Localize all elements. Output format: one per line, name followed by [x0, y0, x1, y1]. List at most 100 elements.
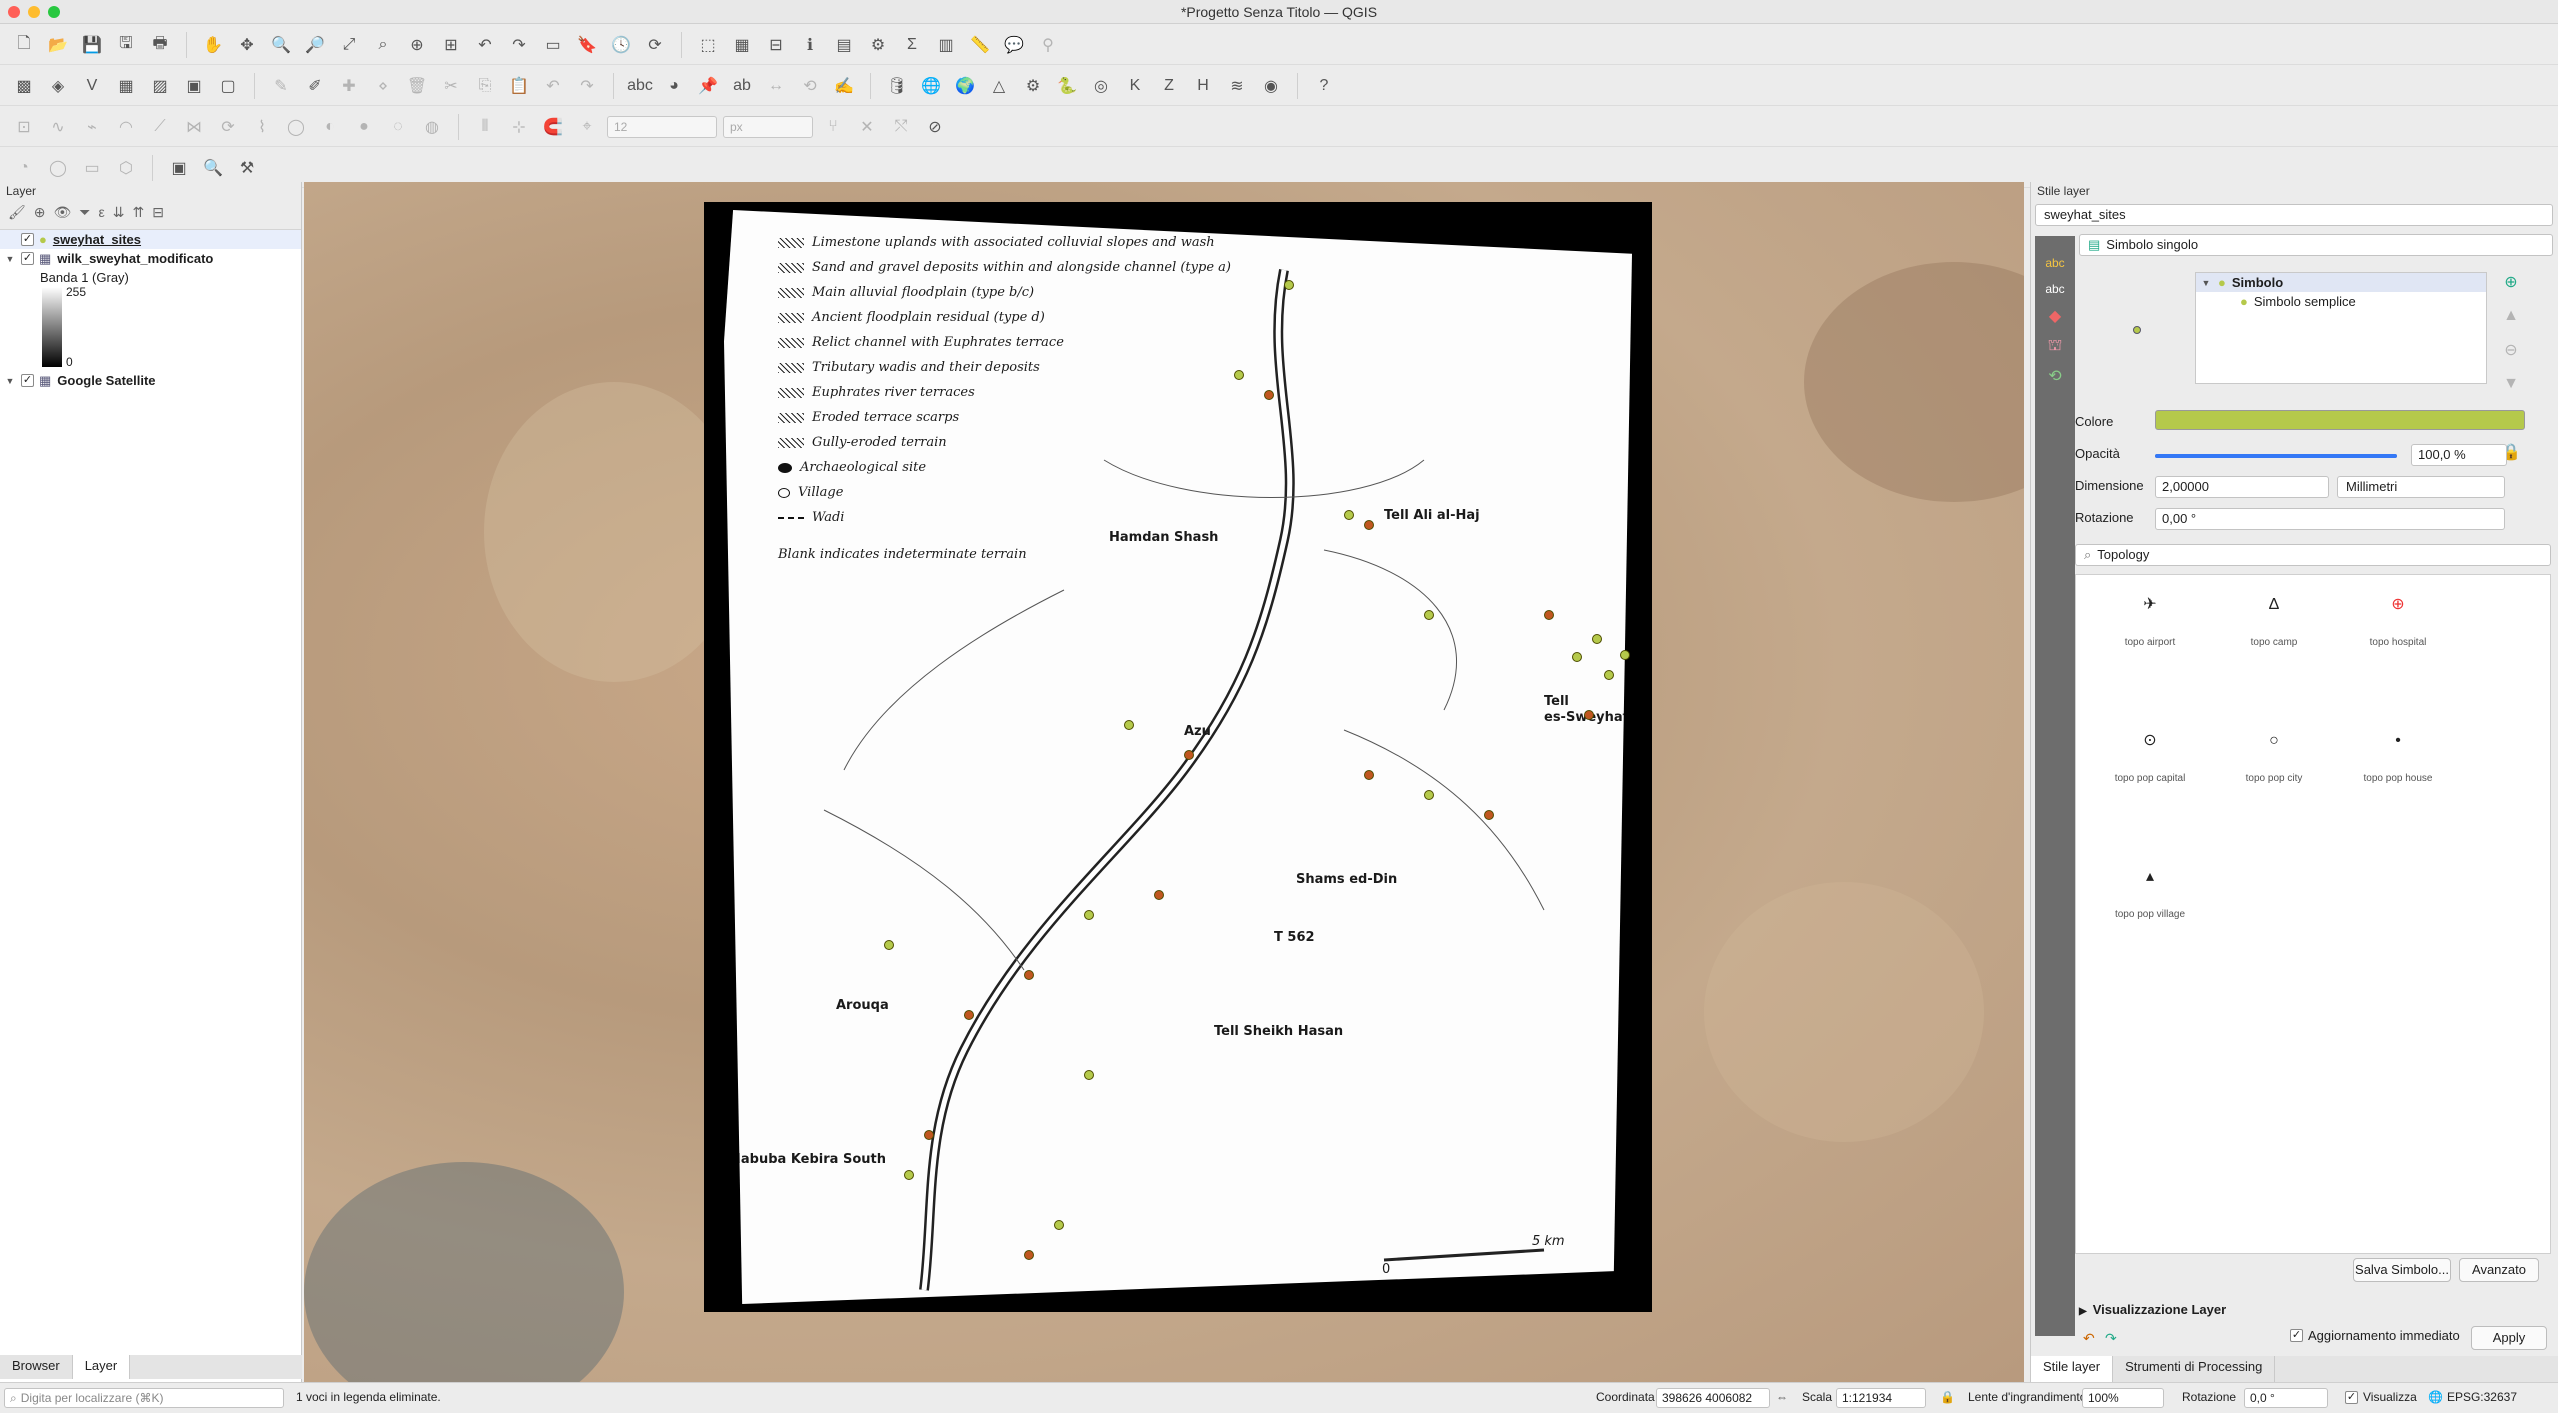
- paste-icon[interactable]: 📋: [505, 72, 533, 100]
- site-point[interactable]: [1484, 810, 1494, 820]
- html-icon[interactable]: H: [1189, 72, 1217, 100]
- shape-point-icon[interactable]: ◔: [10, 154, 38, 182]
- site-point[interactable]: [1264, 390, 1274, 400]
- layer-checkbox[interactable]: ✓: [21, 233, 34, 246]
- fill-ring-icon[interactable]: ●: [350, 113, 378, 141]
- rotation-field[interactable]: 0,0 °: [2244, 1388, 2328, 1408]
- attribute-table-icon[interactable]: ▤: [830, 31, 858, 59]
- zoom-next-icon[interactable]: ↷: [505, 31, 533, 59]
- expression-filter-icon[interactable]: ε: [99, 204, 105, 225]
- new-geopackage-icon[interactable]: ◈: [44, 72, 72, 100]
- split-features-icon[interactable]: ⟋: [146, 113, 174, 141]
- symbol-library-item[interactable]: • topo pop house: [2336, 727, 2460, 784]
- tab-layer[interactable]: Layer: [72, 1355, 131, 1379]
- add-vector-icon[interactable]: V: [78, 72, 106, 100]
- map-tips-icon[interactable]: ⚲: [1034, 31, 1062, 59]
- search-tool-icon[interactable]: 🔍: [199, 154, 227, 182]
- zoom-last-icon[interactable]: ↶: [471, 31, 499, 59]
- globe-icon[interactable]: ◉: [1257, 72, 1285, 100]
- topology-icon[interactable]: ⑂: [819, 113, 847, 141]
- locator-search-input[interactable]: ⌕ Digita per localizzare (⌘K): [4, 1388, 284, 1408]
- 3d-view-tab-icon[interactable]: ◆: [2035, 306, 2075, 326]
- snap-tolerance-field[interactable]: 12: [607, 116, 717, 138]
- self-snap-icon[interactable]: ⤲: [887, 113, 915, 141]
- site-point[interactable]: [1604, 670, 1614, 680]
- site-point[interactable]: [1544, 610, 1554, 620]
- refresh-icon[interactable]: ⟳: [641, 31, 669, 59]
- remove-layer-icon[interactable]: ⊟: [152, 204, 164, 225]
- georeferencer-icon[interactable]: ▣: [165, 154, 193, 182]
- help-icon[interactable]: ?: [1310, 72, 1338, 100]
- filter-icon[interactable]: ⏷: [79, 204, 90, 225]
- simple-marker-row[interactable]: ● Simbolo semplice: [2196, 292, 2486, 311]
- pan-icon[interactable]: ✋: [199, 31, 227, 59]
- layer-checkbox[interactable]: ✓: [21, 374, 34, 387]
- add-part-icon[interactable]: ◐: [316, 113, 344, 141]
- symbol-library-item[interactable]: ⊙ topo pop capital: [2088, 727, 2212, 784]
- layer-row-sweyhat-sites[interactable]: ✓ ● sweyhat_sites: [0, 230, 301, 249]
- map-canvas[interactable]: Limestone uplands with associated colluv…: [304, 182, 2024, 1382]
- pin-label-icon[interactable]: 📌: [694, 72, 722, 100]
- add-mesh-icon[interactable]: ▨: [146, 72, 174, 100]
- add-wms-icon[interactable]: ▣: [180, 72, 208, 100]
- masks-tab-icon[interactable]: ⛫: [2035, 336, 2075, 356]
- save-symbol-button[interactable]: Salva Simbolo...: [2353, 1258, 2451, 1282]
- redo-style-icon[interactable]: ↷: [2105, 1330, 2117, 1347]
- symbol-search-input[interactable]: ⌕ Topology: [2075, 544, 2551, 566]
- site-point[interactable]: [1344, 510, 1354, 520]
- magnifier-field[interactable]: 100%: [2082, 1388, 2164, 1408]
- opacity-slider-track[interactable]: [2155, 454, 2397, 458]
- layers-icon[interactable]: ≋: [1223, 72, 1251, 100]
- shape-circle-icon[interactable]: ◯: [44, 154, 72, 182]
- live-update-option[interactable]: ✓ Aggiornamento immediato: [2285, 1328, 2460, 1343]
- symbol-library-item[interactable]: ⊕ topo hospital: [2336, 591, 2460, 648]
- color-button[interactable]: [2155, 410, 2525, 430]
- rotate-label-icon[interactable]: ⟲: [796, 72, 824, 100]
- data-source-manager-icon[interactable]: ▩: [10, 72, 38, 100]
- delete-selected-icon[interactable]: 🗑: [403, 72, 431, 100]
- lock-scale-icon[interactable]: 🔒: [1940, 1390, 1955, 1404]
- change-label-icon[interactable]: ✍: [830, 72, 858, 100]
- offset-curve-icon[interactable]: ◠: [112, 113, 140, 141]
- add-raster-icon[interactable]: ▦: [112, 72, 140, 100]
- rotation-input[interactable]: 0,00 °: [2155, 508, 2505, 530]
- python-icon[interactable]: 🐍: [1053, 72, 1081, 100]
- collapse-arrow-icon[interactable]: ▼: [4, 376, 16, 386]
- no-snap-icon[interactable]: ⊘: [921, 113, 949, 141]
- align-icon[interactable]: ⫴: [471, 113, 499, 141]
- advanced-digitize-icon[interactable]: ⊡: [10, 113, 38, 141]
- add-virtual-icon[interactable]: ▢: [214, 72, 242, 100]
- close-window-button[interactable]: [8, 6, 20, 18]
- site-point[interactable]: [1424, 790, 1434, 800]
- site-point[interactable]: [1154, 890, 1164, 900]
- site-point[interactable]: [1084, 910, 1094, 920]
- layer-select[interactable]: sweyhat_sites: [2035, 204, 2553, 226]
- toolbox-icon[interactable]: ⚙: [864, 31, 892, 59]
- symbology-tab-icon[interactable]: abc: [2035, 256, 2075, 270]
- shape-rect-icon[interactable]: ▭: [78, 154, 106, 182]
- triangle-icon[interactable]: △: [985, 72, 1013, 100]
- symbol-library-item[interactable]: ✈ topo airport: [2088, 591, 2212, 648]
- simplify-icon[interactable]: ⌇: [248, 113, 276, 141]
- site-point[interactable]: [884, 940, 894, 950]
- add-group-icon[interactable]: ⊕: [34, 204, 46, 225]
- site-point[interactable]: [964, 1010, 974, 1020]
- edit-toggle-icon[interactable]: ✎: [267, 72, 295, 100]
- site-point[interactable]: [1364, 770, 1374, 780]
- move-up-icon[interactable]: ▲: [2497, 302, 2525, 330]
- intersection-icon[interactable]: ✕: [853, 113, 881, 141]
- site-point[interactable]: [1364, 520, 1374, 530]
- renderer-select[interactable]: ▤ Simbolo singolo: [2079, 234, 2553, 256]
- new-project-icon[interactable]: 🗋: [10, 31, 38, 59]
- layer-row-google-satellite[interactable]: ▼ ✓ ▦ Google Satellite: [0, 371, 301, 390]
- advanced-button[interactable]: Avanzato: [2459, 1258, 2539, 1282]
- undo-style-icon[interactable]: ↶: [2083, 1330, 2095, 1347]
- zoom-layer-icon[interactable]: ⊕: [403, 31, 431, 59]
- select-by-value-icon[interactable]: ▦: [728, 31, 756, 59]
- symbol-root-row[interactable]: ▼ ● Simbolo: [2196, 273, 2486, 292]
- trace-icon[interactable]: ∿: [44, 113, 72, 141]
- vertex-tool-icon[interactable]: ⋄: [369, 72, 397, 100]
- tab-browser[interactable]: Browser: [0, 1355, 73, 1379]
- undo-icon[interactable]: ↶: [539, 72, 567, 100]
- redo-icon[interactable]: ↷: [573, 72, 601, 100]
